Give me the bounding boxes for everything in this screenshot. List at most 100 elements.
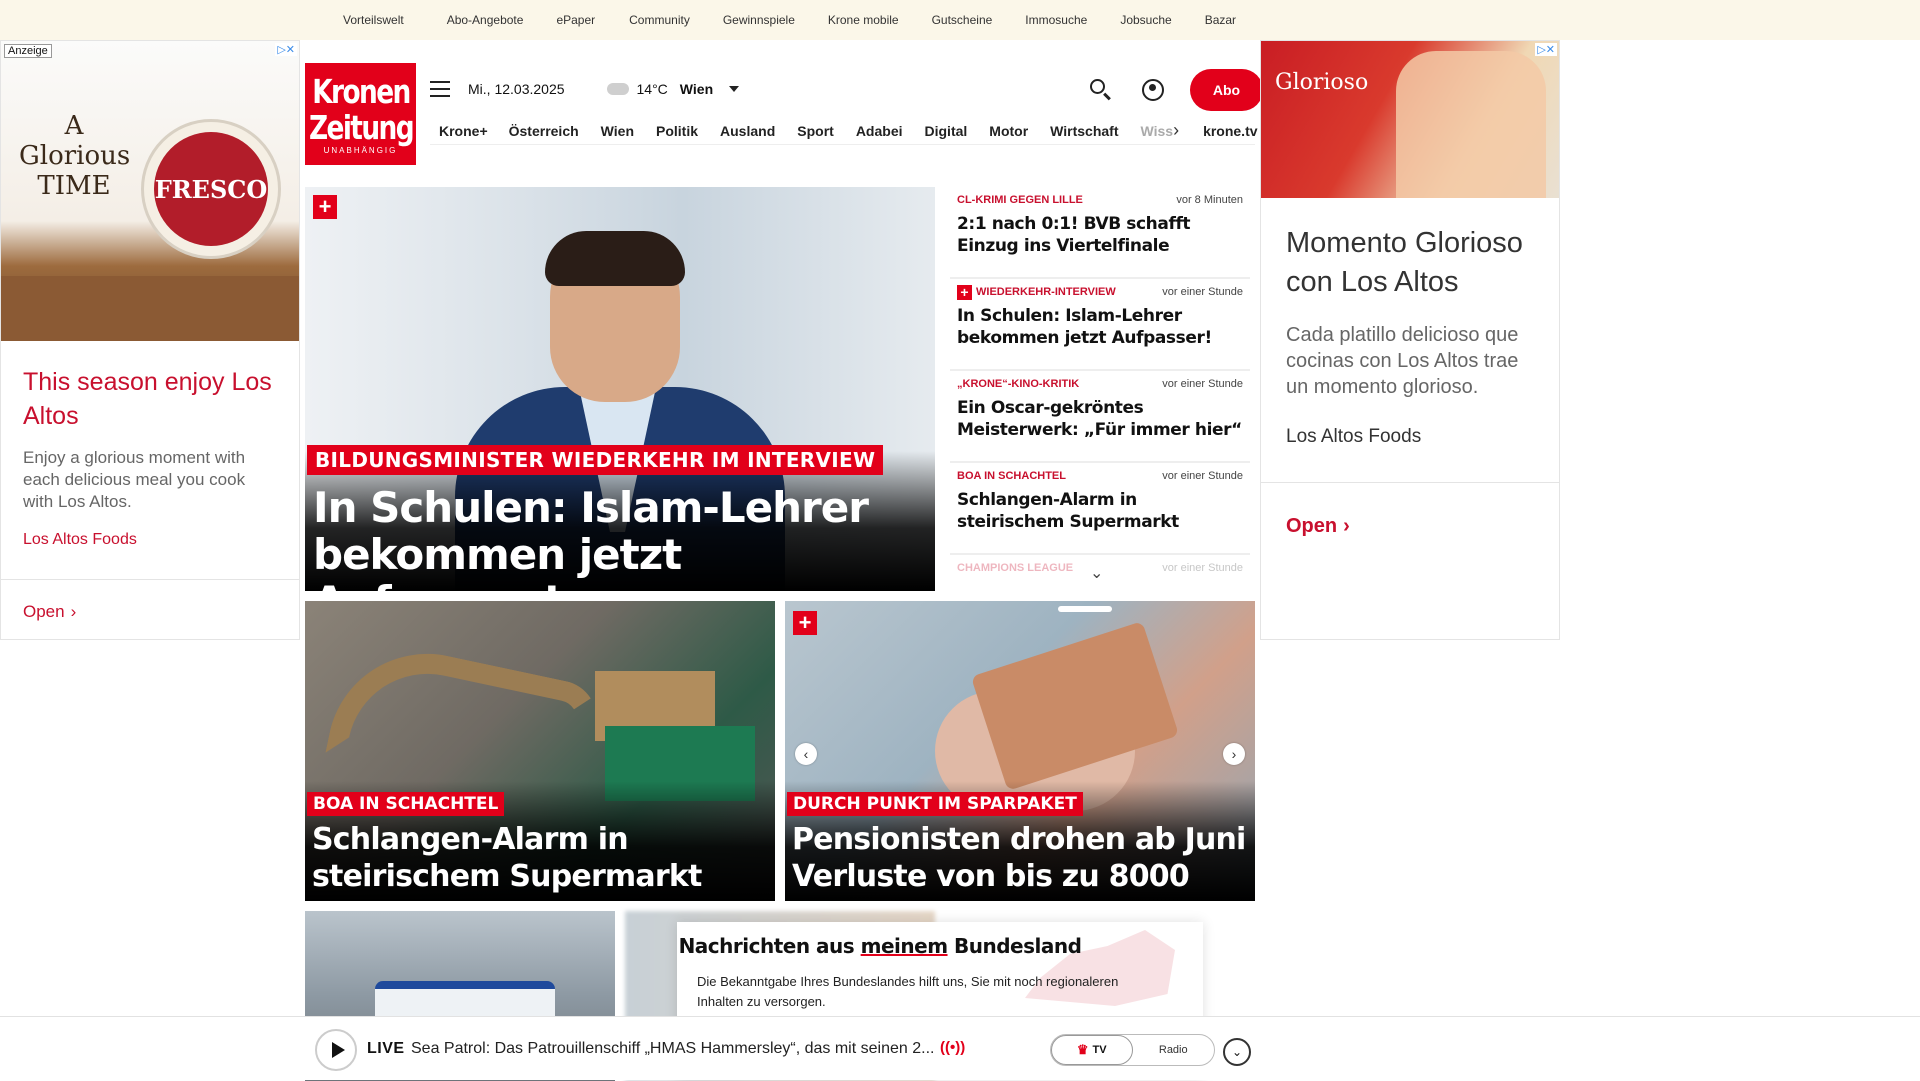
carousel-next-icon[interactable]: › bbox=[1223, 743, 1245, 765]
ticker-title[interactable]: Ein Oscar-gekröntes Meisterwerk: „Für im… bbox=[957, 397, 1243, 441]
region-prompt-text: Die Bekanntgabe Ihres Bundeslandes hilft… bbox=[697, 974, 1119, 1009]
ad-artwork-tagline: Glorioso bbox=[1275, 70, 1369, 95]
card-headline[interactable]: Schlangen-Alarm in steirischem Supermark… bbox=[312, 821, 772, 895]
news-ticker: CL-KRIMI GEGEN LILLE vor 8 Minuten 2:1 na… bbox=[950, 187, 1250, 587]
left-ad-image[interactable]: Anzeige ▷✕ A Glorious TIME FRESCO bbox=[1, 41, 299, 341]
card-kicker: BOA IN SCHACHTEL bbox=[307, 792, 505, 816]
nav-item-digital[interactable]: Digital bbox=[925, 123, 968, 139]
utility-link-community[interactable]: Community bbox=[629, 13, 690, 27]
ticker-item[interactable]: „KRONE“-KINO-KRITIK vor einer Stunde Ein … bbox=[950, 371, 1250, 463]
card-headline[interactable]: Pensionisten drohen ab Juni Verluste von… bbox=[792, 821, 1252, 901]
article-card-boa[interactable]: BOA IN SCHACHTEL Schlangen-Alarm in stei… bbox=[305, 601, 775, 901]
broadcast-icon: ((•)) bbox=[940, 1039, 966, 1056]
article-card-pension[interactable]: + ‹ › DURCH PUNKT IM SPARPAKET Pensionis… bbox=[785, 601, 1255, 901]
main-nav: Krone+ Österreich Wien Politik Ausland S… bbox=[430, 117, 1265, 145]
carousel-indicator bbox=[1058, 606, 1112, 612]
nav-item-ausland[interactable]: Ausland bbox=[720, 123, 775, 139]
toggle-tv[interactable]: ♛ TV bbox=[1051, 1035, 1133, 1065]
hero-article[interactable]: + BILDUNGSMINISTER WIEDERKEHR IM INTERVI… bbox=[305, 187, 935, 591]
menu-icon[interactable] bbox=[430, 81, 450, 97]
logo-line-1: Kronen bbox=[311, 71, 411, 111]
chevron-right-icon: › bbox=[1343, 515, 1350, 537]
logo-line-2: Zeitung bbox=[308, 107, 415, 147]
left-ad-open-button[interactable]: Open › bbox=[1, 580, 299, 644]
left-ad[interactable]: Anzeige ▷✕ A Glorious TIME FRESCO This sea… bbox=[0, 40, 300, 640]
live-player-bar: LIVE Sea Patrol: Das Patrouillenschiff „… bbox=[0, 1016, 1920, 1080]
utility-link-krone-mobile[interactable]: Krone mobile bbox=[828, 13, 899, 27]
right-ad-title[interactable]: Momento Glorioso con Los Altos bbox=[1261, 198, 1559, 302]
nav-item-wirtschaft[interactable]: Wirtschaft bbox=[1050, 123, 1118, 139]
right-ad-body: Cada platillo delicioso que cocinas con … bbox=[1286, 324, 1519, 398]
utility-link-vorteilswelt[interactable]: Vorteilswelt bbox=[343, 13, 404, 27]
ad-choices-close-icon[interactable]: ▷✕ bbox=[1535, 43, 1557, 56]
left-ad-body: Enjoy a glorious moment with each delici… bbox=[23, 448, 246, 511]
utility-link-immosuche[interactable]: Immosuche bbox=[1025, 13, 1087, 27]
nav-item-adabei[interactable]: Adabei bbox=[856, 123, 903, 139]
cheese-label-badge: FRESCO bbox=[154, 132, 268, 246]
open-label: Open bbox=[1286, 515, 1338, 537]
abo-button[interactable]: Abo bbox=[1190, 69, 1263, 111]
nav-item-oesterreich[interactable]: Österreich bbox=[509, 123, 579, 139]
carousel-prev-icon[interactable]: ‹ bbox=[795, 743, 817, 765]
ticker-title[interactable]: 2:1 nach 0:1! BVB schafft Einzug ins Vie… bbox=[957, 213, 1243, 257]
right-ad-open-button[interactable]: Open › bbox=[1261, 483, 1559, 570]
ticker-kicker: BOA IN SCHACHTEL bbox=[957, 470, 1066, 482]
toggle-tv-label: TV bbox=[1092, 1044, 1107, 1056]
right-ad-image[interactable]: ▷✕ Glorioso bbox=[1261, 41, 1559, 198]
nav-item-wissen[interactable]: Wiss bbox=[1141, 123, 1174, 139]
krone-plus-icon: + bbox=[313, 195, 337, 219]
nav-item-krone-plus[interactable]: Krone+ bbox=[439, 123, 488, 139]
toggle-radio[interactable]: Radio bbox=[1133, 1035, 1215, 1065]
chevron-down-icon[interactable] bbox=[729, 86, 740, 92]
kronen-zeitung-logo[interactable]: Kronen Zeitung UNABHÄNGIG bbox=[305, 63, 416, 165]
cheese-package-graphic: FRESCO bbox=[141, 119, 281, 259]
left-ad-brand[interactable]: Los Altos Foods bbox=[1, 513, 299, 549]
ad-choices-close-icon[interactable]: ▷✕ bbox=[275, 43, 297, 56]
live-label: LIVE bbox=[367, 1040, 405, 1057]
nav-item-politik[interactable]: Politik bbox=[656, 123, 698, 139]
crown-icon: ♛ bbox=[1076, 1042, 1089, 1057]
chevron-down-icon[interactable]: ⌄ bbox=[1090, 563, 1103, 583]
nav-item-motor[interactable]: Motor bbox=[989, 123, 1028, 139]
ad-artwork-tagline: A Glorious TIME bbox=[19, 111, 131, 201]
header-actions: Abo bbox=[1090, 69, 1263, 111]
hero-headline[interactable]: In Schulen: Islam-Lehrer bekommen jetzt … bbox=[313, 484, 923, 591]
ticker-kicker: CL-KRIMI GEGEN LILLE bbox=[957, 194, 1083, 206]
tv-radio-toggle[interactable]: ♛ TV Radio bbox=[1050, 1034, 1215, 1066]
ticker-title[interactable]: Schlangen-Alarm in steirischem Supermark… bbox=[957, 489, 1243, 533]
right-ad[interactable]: ▷✕ Glorioso Momento Glorioso con Los Alt… bbox=[1260, 40, 1560, 640]
left-ad-headline[interactable]: This season enjoy Los Altos bbox=[1, 341, 299, 433]
ticker-item[interactable]: CL-KRIMI GEGEN LILLE vor 8 Minuten 2:1 na… bbox=[950, 187, 1250, 279]
utility-link-gutscheine[interactable]: Gutscheine bbox=[932, 13, 993, 27]
play-icon[interactable] bbox=[315, 1029, 357, 1071]
ticker-time: vor 8 Minuten bbox=[1176, 194, 1243, 206]
nav-item-sport[interactable]: Sport bbox=[797, 123, 834, 139]
cloud-icon bbox=[606, 83, 629, 95]
utility-link-bazar[interactable]: Bazar bbox=[1205, 13, 1236, 27]
right-ad-brand[interactable]: Los Altos Foods bbox=[1261, 400, 1559, 448]
utility-link-abo-angebote[interactable]: Abo-Angebote bbox=[447, 13, 524, 27]
krone-plus-icon: + bbox=[957, 284, 972, 300]
utility-link-jobsuche[interactable]: Jobsuche bbox=[1120, 13, 1171, 27]
chevron-right-icon[interactable]: › bbox=[1173, 120, 1179, 141]
logo-tagline: UNABHÄNGIG bbox=[323, 145, 398, 155]
ticker-time: vor einer Stunde bbox=[1162, 562, 1243, 574]
user-icon[interactable] bbox=[1142, 79, 1164, 101]
utility-link-gewinnspiele[interactable]: Gewinnspiele bbox=[723, 13, 795, 27]
live-program-title[interactable]: Sea Patrol: Das Patrouillenschiff „HMAS … bbox=[411, 1040, 934, 1058]
ticker-time: vor einer Stunde bbox=[1162, 470, 1243, 482]
open-label: Open bbox=[23, 602, 65, 621]
ticker-item[interactable]: + WIEDERKEHR-INTERVIEW vor einer Stunde In… bbox=[950, 279, 1250, 371]
city-selector[interactable]: Wien bbox=[680, 81, 713, 97]
ticker-kicker: CHAMPIONS LEAGUE bbox=[957, 562, 1074, 574]
cutting-board-graphic bbox=[1, 276, 299, 341]
search-icon[interactable] bbox=[1090, 79, 1112, 101]
utility-link-epaper[interactable]: ePaper bbox=[556, 13, 595, 27]
ticker-title[interactable]: In Schulen: Islam-Lehrer bekommen jetzt … bbox=[957, 305, 1243, 349]
nav-item-krone-tv[interactable]: krone.tv bbox=[1203, 119, 1265, 139]
hero-kicker: BILDUNGSMINISTER WIEDERKEHR IM INTERVIEW bbox=[307, 445, 884, 475]
chevron-down-icon[interactable]: ⌄ bbox=[1223, 1038, 1251, 1066]
ad-label: Anzeige bbox=[4, 44, 52, 58]
nav-item-wien[interactable]: Wien bbox=[601, 123, 634, 139]
ticker-item[interactable]: BOA IN SCHACHTEL vor einer Stunde Schlang… bbox=[950, 463, 1250, 555]
